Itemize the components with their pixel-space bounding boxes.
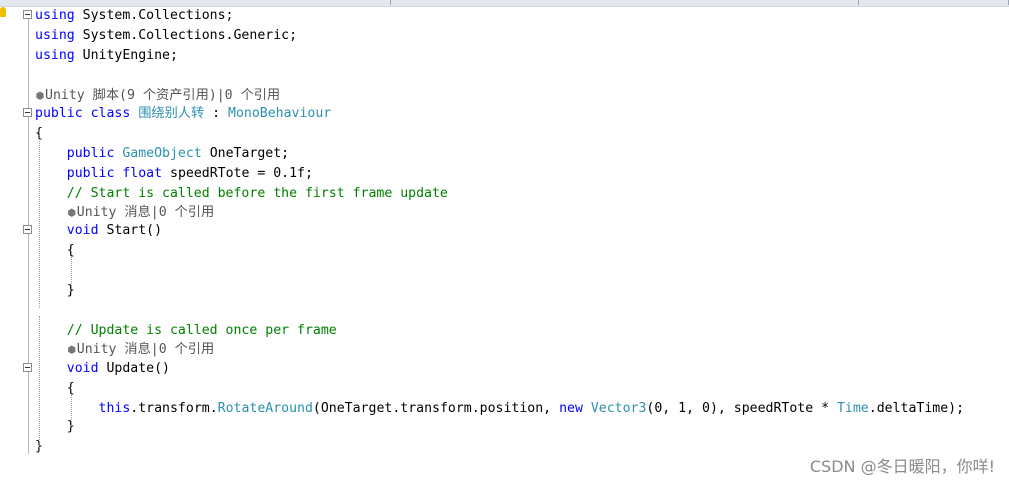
code-token: .deltaTime);	[868, 401, 965, 416]
codelens-hint[interactable]: ⬢Unity 脚本(9 个资产引用)|0 个引用	[35, 86, 280, 106]
codelens-text[interactable]: Unity 脚本(9 个资产引用)|0 个引用	[45, 88, 280, 103]
code-token: RotateAround	[217, 401, 313, 416]
code-token: }	[35, 419, 75, 434]
collapse-toggle-icon[interactable]	[23, 108, 32, 117]
code-line: public float speedRTote = 0.1f;	[35, 164, 313, 184]
lightbulb-icon[interactable]	[0, 7, 6, 17]
codelens-hint[interactable]: ⬢Unity 消息|0 个引用	[35, 340, 214, 360]
code-token: (0, 1, 0), speedRTote *	[646, 401, 837, 416]
code-token: (OneTarget.transform.position,	[312, 401, 560, 416]
unity-icon: ⬢	[67, 345, 77, 356]
code-line: }	[35, 417, 75, 437]
code-token: void	[66, 361, 99, 376]
tab-strip-segment[interactable]	[860, 0, 1009, 5]
code-token: Start()	[98, 223, 163, 238]
code-line: // Update is called once per frame	[35, 321, 337, 341]
code-line: public GameObject OneTarget;	[35, 144, 289, 164]
code-token: GameObject	[122, 146, 202, 161]
code-token: public	[35, 106, 83, 121]
code-line: using System.Collections.Generic;	[35, 26, 297, 46]
tab-strip-segment[interactable]	[0, 0, 391, 5]
code-token: MonoBehaviour	[228, 106, 332, 121]
code-line: void Start()	[35, 221, 162, 241]
code-token: using	[35, 48, 75, 63]
code-token: Vector3	[590, 401, 647, 416]
code-token: using	[35, 8, 75, 23]
code-line: this.transform.RotateAround(OneTarget.tr…	[35, 399, 965, 419]
codelens-text[interactable]: Unity 消息|0 个引用	[77, 205, 214, 220]
collapse-toggle-icon[interactable]	[23, 10, 32, 19]
watermark: CSDN @冬日暖阳，你咩!	[809, 457, 995, 476]
code-token: // Update is called once per frame	[66, 323, 337, 338]
code-token: speedRTote = 0.1f;	[162, 166, 313, 181]
code-token: void	[66, 223, 99, 238]
code-line: {	[35, 379, 75, 399]
collapse-toggle-icon[interactable]	[23, 363, 32, 372]
code-token: class	[90, 106, 131, 121]
code-token: Update()	[98, 361, 170, 376]
code-token: System.Collections;	[74, 8, 234, 23]
code-token: {	[35, 381, 75, 396]
codelens-text[interactable]: Unity 消息|0 个引用	[77, 342, 214, 357]
code-token: UnityEngine;	[74, 48, 178, 63]
code-token: this	[98, 401, 131, 416]
tab-strip-segment[interactable]	[392, 0, 859, 5]
code-token: OneTarget;	[201, 146, 290, 161]
code-token: .transform.	[130, 401, 218, 416]
indent-guide	[71, 395, 72, 428]
code-line: void Update()	[35, 359, 170, 379]
code-token: public	[66, 146, 115, 161]
code-token: float	[122, 166, 163, 181]
code-line: public class 围绕别人转 : MonoBehaviour	[35, 104, 331, 124]
indent-guide	[71, 256, 72, 288]
code-token: System.Collections.Generic;	[74, 28, 298, 43]
indent-guide	[39, 316, 40, 448]
indent-guide	[39, 130, 40, 308]
code-token: Time	[836, 401, 869, 416]
code-token: using	[35, 28, 75, 43]
code-token: public	[66, 166, 115, 181]
code-token: new	[559, 401, 583, 416]
codelens-hint[interactable]: ⬢Unity 消息|0 个引用	[35, 203, 214, 223]
code-line: // Start is called before the first fram…	[35, 184, 448, 204]
code-line: using UnityEngine;	[35, 46, 178, 66]
code-line: using System.Collections;	[35, 6, 234, 26]
code-line: }	[35, 281, 75, 301]
code-line: {	[35, 241, 75, 261]
code-token: 围绕别人转	[138, 106, 205, 121]
collapse-toggle-icon[interactable]	[23, 225, 32, 234]
code-token: {	[35, 243, 75, 258]
code-token: // Start is called before the first fram…	[66, 186, 448, 201]
code-token: :	[204, 106, 229, 121]
code-token: }	[35, 283, 75, 298]
